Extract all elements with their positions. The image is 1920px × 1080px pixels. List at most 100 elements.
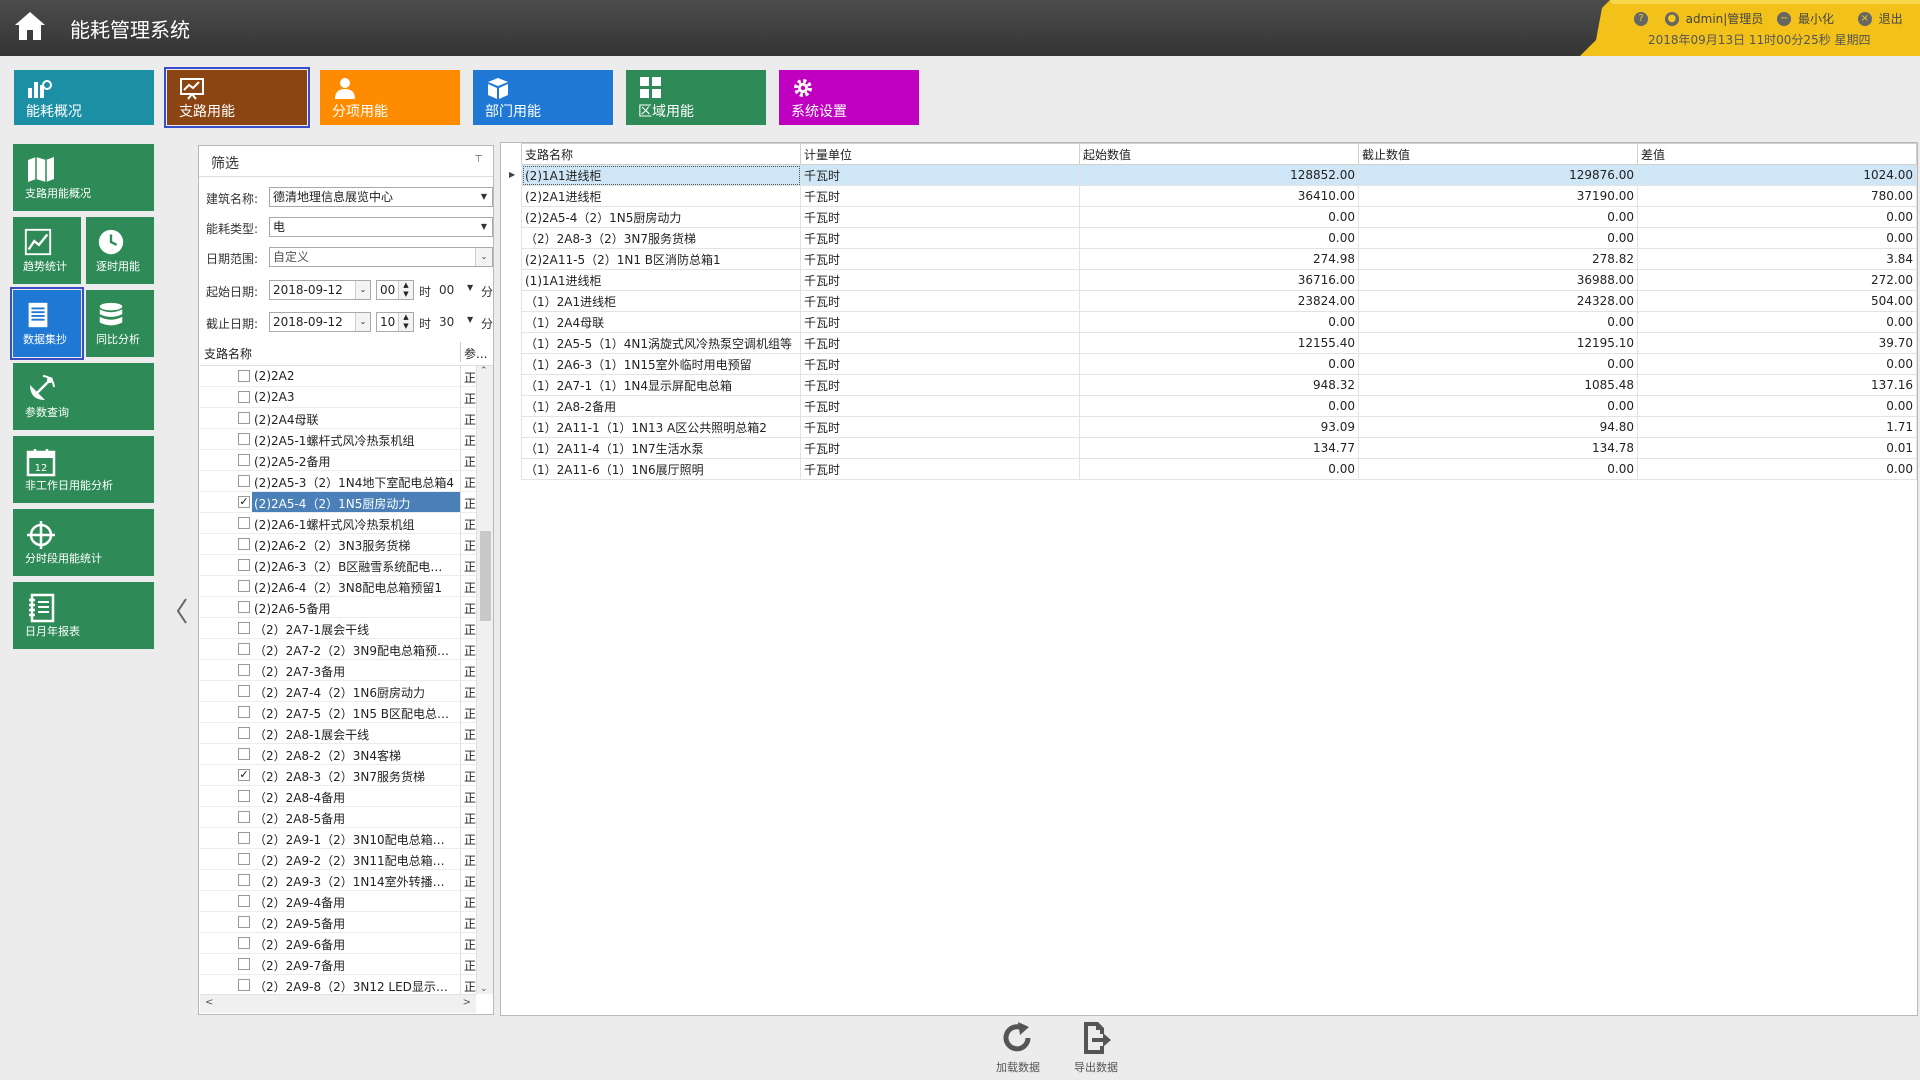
checkbox[interactable] — [238, 685, 250, 697]
column-header[interactable]: 差值 — [1637, 143, 1917, 165]
column-header[interactable]: 截止数值 — [1358, 143, 1638, 165]
list-item[interactable]: (2)2A6-1螺杆式风冷热泵机组 正 — [200, 513, 476, 534]
chevron-down-icon[interactable]: ▼ — [467, 283, 473, 292]
checkbox[interactable] — [238, 601, 250, 613]
column-header[interactable]: 计量单位 — [800, 143, 1080, 165]
logout-button[interactable]: 退出 — [1879, 10, 1903, 27]
list-item[interactable]: (2)2A5-3（2）1N4地下室配电总箱4 正 — [200, 471, 476, 492]
tile-branch-overview[interactable]: 支路用能概况 — [13, 144, 154, 211]
list-item[interactable]: (2)2A5-1螺杆式风冷热泵机组 正 — [200, 429, 476, 450]
list-item[interactable]: (2)2A4母联 正 — [200, 408, 476, 429]
home-icon[interactable] — [12, 8, 48, 44]
list-item[interactable]: （2）2A9-4备用 正 — [200, 891, 476, 912]
list-item[interactable]: （2）2A9-3（2）1N14室外转播配电正 — [200, 870, 476, 891]
checkbox[interactable] — [238, 727, 250, 739]
tile-hourly-energy[interactable]: 逐时用能 — [86, 217, 154, 284]
table-row[interactable]: （1）2A11-1（1）1N13 A区公共照明总箱2 千瓦时 93.09 94.80 1… — [521, 416, 1917, 438]
tile-system-settings[interactable]: 系统设置 — [779, 70, 919, 125]
table-row[interactable]: （1）2A8-2备用 千瓦时 0.00 0.00 0.00 — [521, 395, 1917, 417]
chevron-left-icon[interactable]: < — [205, 997, 213, 1008]
tile-area-energy[interactable]: 区域用能 — [626, 70, 766, 125]
checkbox[interactable]: ✓ — [238, 496, 250, 508]
table-row[interactable]: （1）2A1进线柜 千瓦时 23824.00 24328.00 504.00 — [521, 290, 1917, 312]
start-hour-spinner[interactable]: 00 ▲ ▼ — [376, 280, 414, 300]
col-param[interactable]: 参... — [464, 345, 487, 362]
spinner-icon[interactable]: ▲ ▼ — [398, 313, 413, 331]
checkbox[interactable] — [238, 958, 250, 970]
pin-icon[interactable]: ⊤ — [474, 154, 483, 165]
end-minute-value[interactable]: 30 — [439, 315, 454, 329]
table-row[interactable]: (1)1A1进线柜 千瓦时 36716.00 36988.00 272.00 — [521, 269, 1917, 291]
list-item[interactable]: ✓ （2）2A8-3（2）3N7服务货梯 正 — [200, 765, 476, 786]
list-item[interactable]: (2)2A6-5备用 正 — [200, 597, 476, 618]
checkbox[interactable] — [238, 832, 250, 844]
checkbox[interactable] — [238, 853, 250, 865]
help-icon[interactable]: ? — [1634, 11, 1648, 26]
tile-trend-stats[interactable]: 趋势统计 — [13, 217, 81, 284]
tile-param-query[interactable]: 参数查询 — [13, 363, 154, 430]
list-item[interactable]: (2)2A5-2备用 正 — [200, 450, 476, 471]
chevron-down-icon[interactable]: ▼ — [467, 315, 473, 324]
spinner-icon[interactable]: ▲ ▼ — [398, 281, 413, 299]
list-item[interactable]: （2）2A8-4备用 正 — [200, 786, 476, 807]
list-item[interactable]: （2）2A9-6备用 正 — [200, 933, 476, 954]
list-item[interactable]: （2）2A8-1展会干线 正 — [200, 723, 476, 744]
chevron-down-icon[interactable]: ⌄ — [480, 984, 488, 994]
checkbox[interactable] — [238, 916, 250, 928]
tile-data-collection[interactable]: 数据集抄 — [10, 287, 84, 360]
checkbox[interactable] — [238, 517, 250, 529]
list-item[interactable]: (2)2A2 正 — [200, 366, 476, 387]
horizontal-scrollbar[interactable]: < > — [200, 994, 476, 1013]
checkbox[interactable] — [238, 706, 250, 718]
list-item[interactable]: ✓ (2)2A5-4（2）1N5厨房动力 正 — [200, 492, 476, 513]
list-item[interactable]: （2）2A7-4（2）1N6厨房动力 正 — [200, 681, 476, 702]
checkbox[interactable] — [238, 811, 250, 823]
list-item[interactable]: （2）2A7-5（2）1N5 B区配电总箱3 正 — [200, 702, 476, 723]
minimize-button[interactable]: 最小化 — [1798, 10, 1834, 27]
tile-period-energy-stats[interactable]: 分时段用能统计 — [13, 509, 154, 576]
checkbox[interactable] — [238, 412, 250, 424]
end-hour-spinner[interactable]: 10 ▲ ▼ — [376, 312, 414, 332]
start-date-picker[interactable]: 2018-09-12 ⌄ — [269, 280, 371, 300]
list-item[interactable]: （2）2A8-5备用 正 — [200, 807, 476, 828]
scrollbar-thumb[interactable] — [480, 531, 491, 621]
checkbox[interactable] — [238, 454, 250, 466]
table-row[interactable]: （1）2A4母联 千瓦时 0.00 0.00 0.00 — [521, 311, 1917, 333]
checkbox[interactable] — [238, 790, 250, 802]
list-item[interactable]: （2）2A9-1（2）3N10配电总箱预... 正 — [200, 828, 476, 849]
building-select[interactable]: 德清地理信息展览中心 ▼ — [269, 187, 493, 207]
column-header[interactable]: 支路名称 — [521, 143, 801, 165]
list-item[interactable]: (2)2A6-3（2）B区融雪系统配电总箱正 — [200, 555, 476, 576]
checkbox[interactable] — [238, 622, 250, 634]
list-item[interactable]: （2）2A9-5备用 正 — [200, 912, 476, 933]
tile-energy-overview[interactable]: 能耗概况 — [14, 70, 154, 125]
col-branch-name[interactable]: 支路名称 — [204, 345, 252, 362]
column-header[interactable]: 起始数值 — [1079, 143, 1359, 165]
list-item[interactable]: （2）2A7-3备用 正 — [200, 660, 476, 681]
date-range-select[interactable]: 自定义 ⌄ — [269, 247, 493, 267]
table-row[interactable]: （1）2A7-1（1）1N4显示屏配电总箱 千瓦时 948.32 1085.48 137… — [521, 374, 1917, 396]
list-item[interactable]: (2)2A6-4（2）3N8配电总箱预留1 正 — [200, 576, 476, 597]
end-date-picker[interactable]: 2018-09-12 ⌄ — [269, 312, 371, 332]
chevron-right-icon[interactable]: > — [463, 997, 471, 1008]
table-row[interactable]: （1）2A11-6（1）1N6展厅照明 千瓦时 0.00 0.00 0.00 — [521, 458, 1917, 480]
tile-yoy-analysis[interactable]: 同比分析 — [86, 290, 154, 357]
checkbox[interactable] — [238, 748, 250, 760]
list-item[interactable]: （2）2A9-7备用 正 — [200, 954, 476, 975]
checkbox[interactable] — [238, 580, 250, 592]
checkbox[interactable] — [238, 559, 250, 571]
checkbox[interactable] — [238, 370, 250, 382]
list-item[interactable]: (2)2A3 正 — [200, 387, 476, 408]
list-item[interactable]: （2）2A7-2（2）3N9配电总箱预留2 正 — [200, 639, 476, 660]
minimize-icon[interactable]: − — [1777, 11, 1792, 26]
table-row[interactable]: (2)2A1进线柜 千瓦时 36410.00 37190.00 780.00 — [521, 185, 1917, 207]
table-row[interactable]: (2)2A11-5（2）1N1 B区消防总箱1 千瓦时 274.98 278.82 3.… — [521, 248, 1917, 270]
energy-type-select[interactable]: 电 ▼ — [269, 217, 493, 237]
tile-itemized-energy[interactable]: 分项用能 — [320, 70, 460, 125]
list-item[interactable]: （2）2A7-1展会干线 正 — [200, 618, 476, 639]
checkbox[interactable] — [238, 664, 250, 676]
checkbox[interactable]: ✓ — [238, 769, 250, 781]
tile-nonworkday-analysis[interactable]: 12 非工作日用能分析 — [13, 436, 154, 503]
chevron-up-icon[interactable]: ⌃ — [480, 366, 488, 376]
tile-report[interactable]: 日月年报表 — [13, 582, 154, 649]
